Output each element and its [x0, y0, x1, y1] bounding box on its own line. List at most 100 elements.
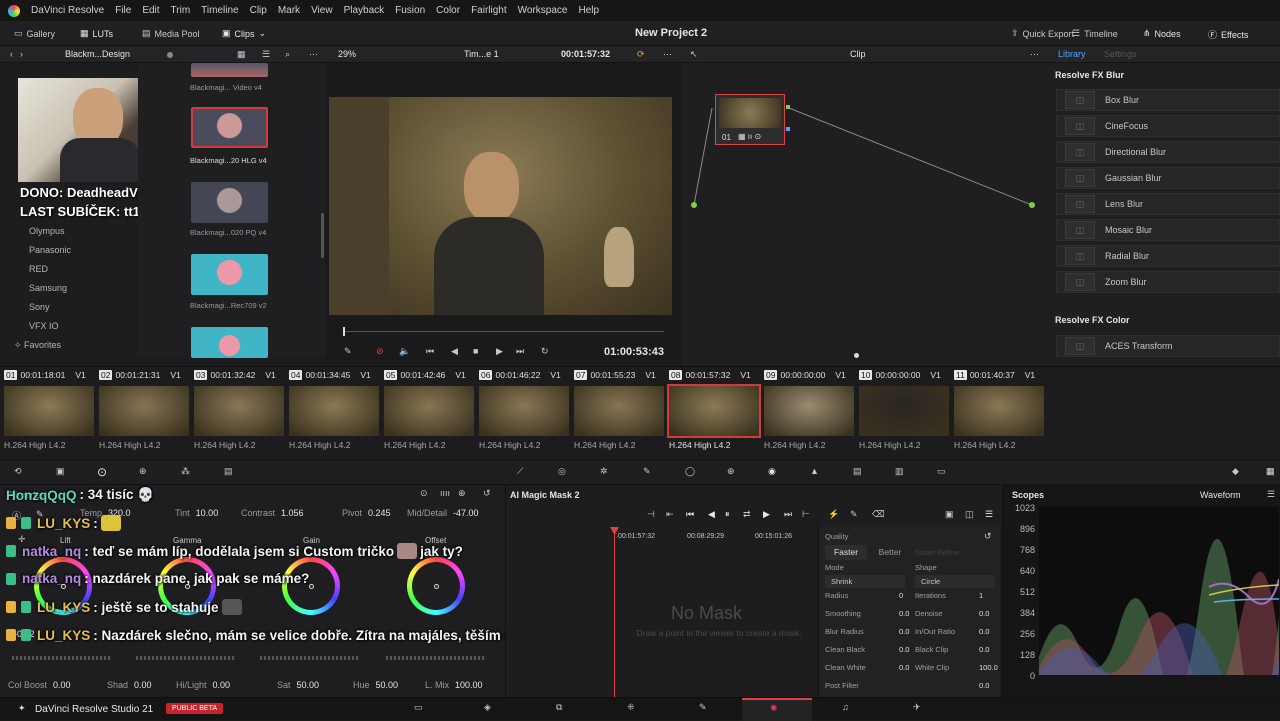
- node-page-dot[interactable]: [854, 353, 859, 358]
- quality-value[interactable]: 0.0: [899, 609, 909, 618]
- scrubber-track[interactable]: [344, 331, 664, 332]
- quality-value[interactable]: 100.0: [979, 663, 998, 672]
- keyframes-icon[interactable]: ◆: [1232, 466, 1239, 477]
- grid-view-icon[interactable]: ▦: [237, 49, 246, 60]
- lut-folder-item[interactable]: Sony: [29, 302, 50, 312]
- offset-puck[interactable]: [434, 584, 439, 589]
- tint-param[interactable]: Tint 10.00: [175, 508, 218, 518]
- pivot-param[interactable]: Pivot 0.245: [342, 508, 391, 518]
- menu-clip[interactable]: Clip: [250, 5, 267, 16]
- edit-page-icon[interactable]: ⧉: [556, 702, 562, 713]
- clip-thumbnail[interactable]: [289, 386, 379, 436]
- color-match-icon[interactable]: ▣: [56, 466, 65, 477]
- track-swap-icon[interactable]: ⇄: [743, 509, 751, 520]
- offset-wheel[interactable]: [407, 557, 465, 615]
- play-icon[interactable]: ▶: [496, 346, 503, 357]
- fx-item[interactable]: ◫ Box Blur: [1056, 89, 1280, 111]
- lut-thumb-selected[interactable]: [191, 107, 268, 148]
- magic-wand-icon[interactable]: ⚡: [828, 509, 839, 520]
- bars-mode-icon[interactable]: ıııı: [440, 488, 450, 498]
- track-end-icon[interactable]: ⏭: [784, 509, 792, 520]
- clip-thumbnail[interactable]: [384, 386, 474, 436]
- quality-value[interactable]: 0.0: [979, 681, 989, 690]
- track-reverse-icon[interactable]: ⏮: [686, 509, 694, 520]
- subtract-stroke-icon[interactable]: ✎: [850, 509, 858, 520]
- go-to-end-icon[interactable]: ⏭: [516, 346, 524, 357]
- viewer-more-icon[interactable]: ⋯: [663, 49, 672, 60]
- key-icon[interactable]: ▤: [853, 466, 862, 477]
- clips-button[interactable]: ▣ Clips ⌄: [222, 28, 266, 39]
- track-frame-fwd-icon[interactable]: ⊢: [802, 509, 810, 520]
- motion-effects-icon[interactable]: ▤: [224, 466, 233, 477]
- camera-raw-icon[interactable]: ⟲: [14, 466, 22, 477]
- waveform-display[interactable]: [1039, 507, 1280, 721]
- mask-playhead[interactable]: [614, 529, 615, 697]
- hdr-icon[interactable]: ⊕: [139, 466, 147, 477]
- mode-select[interactable]: Shrink: [825, 575, 905, 588]
- settings-sliders-icon[interactable]: ☰: [985, 509, 993, 520]
- color-warper-icon[interactable]: ◎: [558, 466, 566, 477]
- gain-master-slider[interactable]: [260, 656, 360, 660]
- lut-thumb[interactable]: [191, 63, 268, 77]
- clip-thumbnail[interactable]: [4, 386, 94, 436]
- media-pool-button[interactable]: ▤ Media Pool: [142, 28, 200, 39]
- color-node[interactable]: 01 ▦ ıı ⊙: [715, 94, 785, 145]
- nodes-button[interactable]: ⋔ Nodes: [1143, 28, 1181, 39]
- track-step-back-icon[interactable]: ◀: [708, 509, 715, 520]
- lut-folder-item[interactable]: RED: [29, 264, 48, 274]
- back-icon[interactable]: ‹: [10, 49, 13, 59]
- invert-icon[interactable]: ◫: [965, 509, 974, 520]
- menu-fairlight[interactable]: Fairlight: [471, 5, 507, 16]
- fusion-page-icon[interactable]: ⁜: [627, 702, 635, 713]
- thumb-size-slider[interactable]: [167, 52, 173, 58]
- eyedropper-qualifier-icon[interactable]: ✎: [643, 466, 651, 477]
- bypass-icon[interactable]: ⊘: [376, 346, 384, 357]
- blur-tool-icon[interactable]: ▲: [810, 466, 819, 476]
- lut-thumb[interactable]: [191, 254, 268, 295]
- lut-folder-item[interactable]: Panasonic: [29, 245, 71, 255]
- forward-icon[interactable]: ›: [20, 49, 23, 59]
- sync-icon[interactable]: ⟳: [637, 49, 645, 60]
- luts-button[interactable]: ▦ LUTs: [80, 28, 113, 39]
- lift-master-slider[interactable]: [12, 656, 112, 660]
- cut-page-icon[interactable]: ◈: [484, 702, 491, 713]
- gallery-button[interactable]: ▭ Gallery: [14, 28, 55, 39]
- middetail-param[interactable]: Mid/Detail -47.00: [407, 508, 479, 518]
- gamma-puck[interactable]: [185, 584, 190, 589]
- menu-color[interactable]: Color: [436, 5, 460, 16]
- deliver-page-icon[interactable]: ✈: [913, 702, 921, 713]
- fx-item[interactable]: ◫ Gaussian Blur: [1056, 167, 1280, 189]
- gain-puck[interactable]: [309, 584, 314, 589]
- hue-param[interactable]: Hue 50.00: [353, 680, 398, 690]
- fx-item[interactable]: ◫ CineFocus: [1056, 115, 1280, 137]
- menu-app[interactable]: DaVinci Resolve: [31, 5, 104, 16]
- 3d-icon[interactable]: ▭: [937, 466, 946, 477]
- clip-mode-select[interactable]: Clip: [850, 49, 866, 59]
- menu-edit[interactable]: Edit: [142, 5, 159, 16]
- sizing-icon[interactable]: ▥: [895, 466, 904, 477]
- lift-puck[interactable]: [61, 584, 66, 589]
- erase-icon[interactable]: ⌫: [872, 509, 885, 520]
- node-more-icon[interactable]: ⋯: [1030, 49, 1039, 60]
- shape-select[interactable]: Circle: [915, 575, 995, 588]
- menu-mark[interactable]: Mark: [278, 5, 300, 16]
- scrollbar[interactable]: [321, 213, 324, 258]
- clip-thumbnail[interactable]: [859, 386, 949, 436]
- menu-fusion[interactable]: Fusion: [395, 5, 425, 16]
- wheels-mode-icon[interactable]: ⊙: [420, 488, 428, 499]
- list-view-icon[interactable]: ☰: [262, 49, 270, 60]
- zoom-select[interactable]: 29%: [338, 49, 356, 59]
- hilight-param[interactable]: Hi/Light 0.00: [176, 680, 230, 690]
- contrast-param[interactable]: Contrast 1.056: [241, 508, 304, 518]
- fx-item[interactable]: ◫ Directional Blur: [1056, 141, 1280, 163]
- lut-folder-item[interactable]: Olympus: [29, 226, 65, 236]
- menu-trim[interactable]: Trim: [171, 5, 191, 16]
- fx-item[interactable]: ◫ Mosaic Blur: [1056, 219, 1280, 241]
- curves-icon[interactable]: ⟋: [517, 466, 523, 477]
- playhead[interactable]: [343, 327, 345, 336]
- lut-folder-item[interactable]: VFX IO: [29, 321, 59, 331]
- scope-options-icon[interactable]: ☰: [1267, 489, 1275, 500]
- quality-value[interactable]: 0.0: [899, 627, 909, 636]
- log-mode-icon[interactable]: ⊕: [458, 488, 466, 499]
- menu-timeline[interactable]: Timeline: [201, 5, 238, 16]
